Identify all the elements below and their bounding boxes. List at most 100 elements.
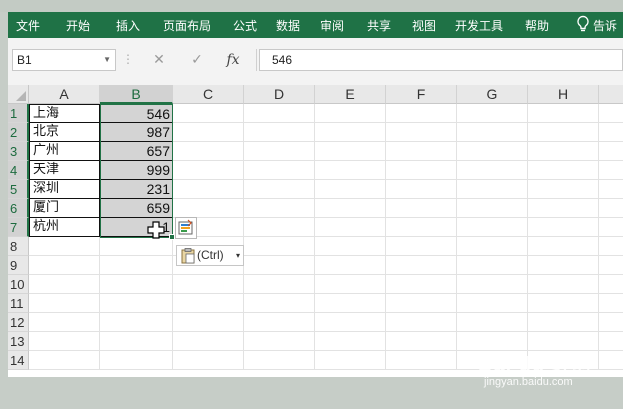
column-header-a[interactable]: A xyxy=(29,85,100,104)
column-header-h[interactable]: H xyxy=(528,85,599,104)
cell[interactable] xyxy=(244,275,315,294)
tab-view[interactable]: 视图 xyxy=(412,17,436,34)
cell[interactable] xyxy=(29,256,100,275)
cell[interactable] xyxy=(100,237,173,256)
row-header-8[interactable]: 8 xyxy=(8,237,29,256)
cell[interactable] xyxy=(599,218,623,237)
cell[interactable] xyxy=(386,351,457,370)
cell[interactable] xyxy=(315,237,386,256)
row-header-13[interactable]: 13 xyxy=(8,332,29,351)
cell[interactable] xyxy=(457,218,528,237)
cell[interactable] xyxy=(315,180,386,199)
name-box[interactable]: B1 ▼ xyxy=(12,49,116,71)
row-header-4[interactable]: 4 xyxy=(8,161,29,180)
formula-input[interactable]: 546 xyxy=(259,49,623,71)
cell-b3[interactable]: 657 xyxy=(100,142,173,161)
column-header-c[interactable]: C xyxy=(173,85,244,104)
cell-a6[interactable]: 厦门 xyxy=(29,199,100,218)
cell[interactable] xyxy=(244,351,315,370)
cell[interactable] xyxy=(29,332,100,351)
cell[interactable] xyxy=(315,123,386,142)
tab-formulas[interactable]: 公式 xyxy=(233,17,257,34)
lightbulb-icon[interactable] xyxy=(575,15,591,33)
cell[interactable] xyxy=(315,351,386,370)
tab-file[interactable]: 文件 xyxy=(16,17,40,34)
cell[interactable] xyxy=(244,218,315,237)
tab-developer[interactable]: 开发工具 xyxy=(455,17,503,34)
cell[interactable] xyxy=(173,180,244,199)
cell[interactable] xyxy=(457,275,528,294)
cell[interactable] xyxy=(100,256,173,275)
cell[interactable] xyxy=(528,313,599,332)
cell[interactable] xyxy=(528,161,599,180)
cancel-entry-button[interactable]: ✕ xyxy=(145,47,173,73)
cell[interactable] xyxy=(457,256,528,275)
cell[interactable] xyxy=(100,332,173,351)
cell[interactable] xyxy=(173,123,244,142)
cell[interactable] xyxy=(100,351,173,370)
cell[interactable] xyxy=(457,199,528,218)
cell[interactable] xyxy=(244,256,315,275)
cell[interactable] xyxy=(386,218,457,237)
confirm-entry-button[interactable]: ✓ xyxy=(183,47,211,73)
cell[interactable] xyxy=(315,161,386,180)
cell[interactable] xyxy=(386,161,457,180)
chevron-down-icon[interactable]: ▼ xyxy=(103,50,111,70)
cell[interactable] xyxy=(244,123,315,142)
cell[interactable] xyxy=(244,332,315,351)
cell[interactable] xyxy=(244,199,315,218)
cell[interactable] xyxy=(315,275,386,294)
tab-home[interactable]: 开始 xyxy=(66,17,90,34)
cell[interactable] xyxy=(386,237,457,256)
column-header-d[interactable]: D xyxy=(244,85,315,104)
row-header-12[interactable]: 12 xyxy=(8,313,29,332)
column-header-g[interactable]: G xyxy=(457,85,528,104)
cell[interactable] xyxy=(173,294,244,313)
cell[interactable] xyxy=(528,180,599,199)
cell[interactable] xyxy=(315,218,386,237)
cell-a2[interactable]: 北京 xyxy=(29,123,100,142)
cell[interactable] xyxy=(599,104,623,123)
row-header-2[interactable]: 2 xyxy=(8,123,29,142)
tab-help[interactable]: 帮助 xyxy=(525,17,549,34)
cell[interactable] xyxy=(386,313,457,332)
cell[interactable] xyxy=(386,256,457,275)
cell[interactable] xyxy=(386,332,457,351)
cell[interactable] xyxy=(173,161,244,180)
row-header-14[interactable]: 14 xyxy=(8,351,29,370)
cell[interactable] xyxy=(599,199,623,218)
row-header-3[interactable]: 3 xyxy=(8,142,29,161)
row-header-6[interactable]: 6 xyxy=(8,199,29,218)
cell-b1[interactable]: 546 xyxy=(100,104,173,123)
tab-page-layout[interactable]: 页面布局 xyxy=(163,17,211,34)
tab-data[interactable]: 数据 xyxy=(276,17,300,34)
cell-b5[interactable]: 231 xyxy=(100,180,173,199)
cell[interactable] xyxy=(173,313,244,332)
row-header-5[interactable]: 5 xyxy=(8,180,29,199)
cell-a1[interactable]: 上海 xyxy=(29,104,100,123)
column-header-f[interactable]: F xyxy=(386,85,457,104)
cell-a5[interactable]: 深圳 xyxy=(29,180,100,199)
cell[interactable] xyxy=(315,199,386,218)
cell[interactable] xyxy=(173,275,244,294)
cell[interactable] xyxy=(457,180,528,199)
cell[interactable] xyxy=(244,180,315,199)
cell[interactable] xyxy=(386,142,457,161)
cell[interactable] xyxy=(315,142,386,161)
cell-a3[interactable]: 广州 xyxy=(29,142,100,161)
cell[interactable] xyxy=(29,294,100,313)
cell[interactable] xyxy=(457,237,528,256)
cell[interactable] xyxy=(29,275,100,294)
cell[interactable] xyxy=(315,313,386,332)
row-header-10[interactable]: 10 xyxy=(8,275,29,294)
cell[interactable] xyxy=(599,123,623,142)
cell[interactable] xyxy=(599,161,623,180)
quick-analysis-button[interactable] xyxy=(175,217,197,239)
cell[interactable] xyxy=(100,294,173,313)
tab-share[interactable]: 共享 xyxy=(367,17,391,34)
cell[interactable] xyxy=(386,275,457,294)
cell-b6[interactable]: 659 xyxy=(100,199,173,218)
cell[interactable] xyxy=(386,294,457,313)
cell[interactable] xyxy=(173,104,244,123)
cell[interactable] xyxy=(528,199,599,218)
